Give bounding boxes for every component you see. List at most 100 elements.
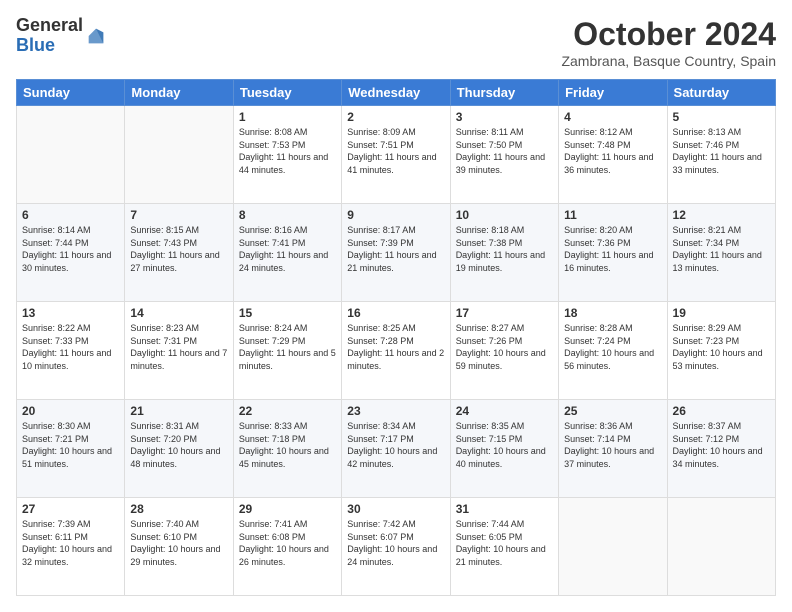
day-info: Sunrise: 7:39 AM Sunset: 6:11 PM Dayligh… [22,518,119,568]
table-row [125,106,233,204]
day-number: 24 [456,404,553,418]
day-info: Sunrise: 8:22 AM Sunset: 7:33 PM Dayligh… [22,322,119,372]
table-row: 1 Sunrise: 8:08 AM Sunset: 7:53 PM Daylig… [233,106,341,204]
day-number: 26 [673,404,770,418]
day-number: 30 [347,502,444,516]
table-row: 25 Sunrise: 8:36 AM Sunset: 7:14 PM Dayli… [559,400,667,498]
col-monday: Monday [125,80,233,106]
table-row: 31 Sunrise: 7:44 AM Sunset: 6:05 PM Dayli… [450,498,558,596]
table-row: 26 Sunrise: 8:37 AM Sunset: 7:12 PM Dayli… [667,400,775,498]
day-number: 5 [673,110,770,124]
day-info: Sunrise: 8:28 AM Sunset: 7:24 PM Dayligh… [564,322,661,372]
table-row: 12 Sunrise: 8:21 AM Sunset: 7:34 PM Dayli… [667,204,775,302]
day-info: Sunrise: 8:14 AM Sunset: 7:44 PM Dayligh… [22,224,119,274]
day-info: Sunrise: 8:27 AM Sunset: 7:26 PM Dayligh… [456,322,553,372]
day-number: 18 [564,306,661,320]
day-number: 15 [239,306,336,320]
table-row [17,106,125,204]
table-row: 21 Sunrise: 8:31 AM Sunset: 7:20 PM Dayli… [125,400,233,498]
day-info: Sunrise: 8:08 AM Sunset: 7:53 PM Dayligh… [239,126,336,176]
day-number: 20 [22,404,119,418]
col-wednesday: Wednesday [342,80,450,106]
day-info: Sunrise: 8:35 AM Sunset: 7:15 PM Dayligh… [456,420,553,470]
day-info: Sunrise: 7:42 AM Sunset: 6:07 PM Dayligh… [347,518,444,568]
week-row-3: 20 Sunrise: 8:30 AM Sunset: 7:21 PM Dayli… [17,400,776,498]
day-info: Sunrise: 7:44 AM Sunset: 6:05 PM Dayligh… [456,518,553,568]
table-row: 9 Sunrise: 8:17 AM Sunset: 7:39 PM Daylig… [342,204,450,302]
day-info: Sunrise: 8:34 AM Sunset: 7:17 PM Dayligh… [347,420,444,470]
table-row: 18 Sunrise: 8:28 AM Sunset: 7:24 PM Dayli… [559,302,667,400]
day-info: Sunrise: 8:12 AM Sunset: 7:48 PM Dayligh… [564,126,661,176]
day-number: 22 [239,404,336,418]
col-sunday: Sunday [17,80,125,106]
day-info: Sunrise: 8:17 AM Sunset: 7:39 PM Dayligh… [347,224,444,274]
table-row: 5 Sunrise: 8:13 AM Sunset: 7:46 PM Daylig… [667,106,775,204]
day-info: Sunrise: 8:33 AM Sunset: 7:18 PM Dayligh… [239,420,336,470]
week-row-2: 13 Sunrise: 8:22 AM Sunset: 7:33 PM Dayli… [17,302,776,400]
table-row: 22 Sunrise: 8:33 AM Sunset: 7:18 PM Dayli… [233,400,341,498]
header: General Blue October 2024 Zambrana, Basq… [16,16,776,69]
table-row: 2 Sunrise: 8:09 AM Sunset: 7:51 PM Daylig… [342,106,450,204]
day-number: 28 [130,502,227,516]
day-info: Sunrise: 8:13 AM Sunset: 7:46 PM Dayligh… [673,126,770,176]
table-row [667,498,775,596]
day-number: 29 [239,502,336,516]
day-number: 3 [456,110,553,124]
col-friday: Friday [559,80,667,106]
day-number: 21 [130,404,227,418]
day-info: Sunrise: 8:36 AM Sunset: 7:14 PM Dayligh… [564,420,661,470]
day-number: 23 [347,404,444,418]
table-row: 28 Sunrise: 7:40 AM Sunset: 6:10 PM Dayli… [125,498,233,596]
col-thursday: Thursday [450,80,558,106]
table-row: 16Sunrise: 8:25 AM Sunset: 7:28 PM Dayli… [342,302,450,400]
week-row-1: 6Sunrise: 8:14 AM Sunset: 7:44 PM Daylig… [17,204,776,302]
title-block: October 2024 Zambrana, Basque Country, S… [561,16,776,69]
day-info: Sunrise: 8:37 AM Sunset: 7:12 PM Dayligh… [673,420,770,470]
day-info: Sunrise: 7:40 AM Sunset: 6:10 PM Dayligh… [130,518,227,568]
day-info: Sunrise: 8:21 AM Sunset: 7:34 PM Dayligh… [673,224,770,274]
calendar-header-row: Sunday Monday Tuesday Wednesday Thursday… [17,80,776,106]
day-number: 14 [130,306,227,320]
table-row [559,498,667,596]
day-number: 8 [239,208,336,222]
table-row: 20 Sunrise: 8:30 AM Sunset: 7:21 PM Dayli… [17,400,125,498]
day-number: 13 [22,306,119,320]
day-info: Sunrise: 8:11 AM Sunset: 7:50 PM Dayligh… [456,126,553,176]
table-row: 27 Sunrise: 7:39 AM Sunset: 6:11 PM Dayli… [17,498,125,596]
table-row: 8Sunrise: 8:16 AM Sunset: 7:41 PM Daylig… [233,204,341,302]
location-subtitle: Zambrana, Basque Country, Spain [561,53,776,69]
day-info: Sunrise: 8:09 AM Sunset: 7:51 PM Dayligh… [347,126,444,176]
table-row: 19Sunrise: 8:29 AM Sunset: 7:23 PM Dayli… [667,302,775,400]
day-info: Sunrise: 8:31 AM Sunset: 7:20 PM Dayligh… [130,420,227,470]
day-number: 31 [456,502,553,516]
table-row: 24 Sunrise: 8:35 AM Sunset: 7:15 PM Dayli… [450,400,558,498]
logo: General Blue [16,16,107,56]
day-number: 27 [22,502,119,516]
day-info: Sunrise: 8:15 AM Sunset: 7:43 PM Dayligh… [130,224,227,274]
table-row: 11 Sunrise: 8:20 AM Sunset: 7:36 PM Dayli… [559,204,667,302]
day-number: 17 [456,306,553,320]
col-saturday: Saturday [667,80,775,106]
day-number: 1 [239,110,336,124]
logo-icon [85,25,107,47]
table-row: 3 Sunrise: 8:11 AM Sunset: 7:50 PM Daylig… [450,106,558,204]
day-number: 11 [564,208,661,222]
table-row: 29 Sunrise: 7:41 AM Sunset: 6:08 PM Dayli… [233,498,341,596]
table-row: 10Sunrise: 8:18 AM Sunset: 7:38 PM Dayli… [450,204,558,302]
day-number: 25 [564,404,661,418]
table-row: 23 Sunrise: 8:34 AM Sunset: 7:17 PM Dayli… [342,400,450,498]
day-number: 4 [564,110,661,124]
day-info: Sunrise: 7:41 AM Sunset: 6:08 PM Dayligh… [239,518,336,568]
day-info: Sunrise: 8:20 AM Sunset: 7:36 PM Dayligh… [564,224,661,274]
table-row: 13 Sunrise: 8:22 AM Sunset: 7:33 PM Dayli… [17,302,125,400]
table-row: 30 Sunrise: 7:42 AM Sunset: 6:07 PM Dayli… [342,498,450,596]
week-row-0: 1 Sunrise: 8:08 AM Sunset: 7:53 PM Daylig… [17,106,776,204]
day-number: 16 [347,306,444,320]
day-number: 12 [673,208,770,222]
day-number: 9 [347,208,444,222]
table-row: 17 Sunrise: 8:27 AM Sunset: 7:26 PM Dayli… [450,302,558,400]
col-tuesday: Tuesday [233,80,341,106]
day-number: 2 [347,110,444,124]
day-info: Sunrise: 8:30 AM Sunset: 7:21 PM Dayligh… [22,420,119,470]
table-row: 4 Sunrise: 8:12 AM Sunset: 7:48 PM Daylig… [559,106,667,204]
